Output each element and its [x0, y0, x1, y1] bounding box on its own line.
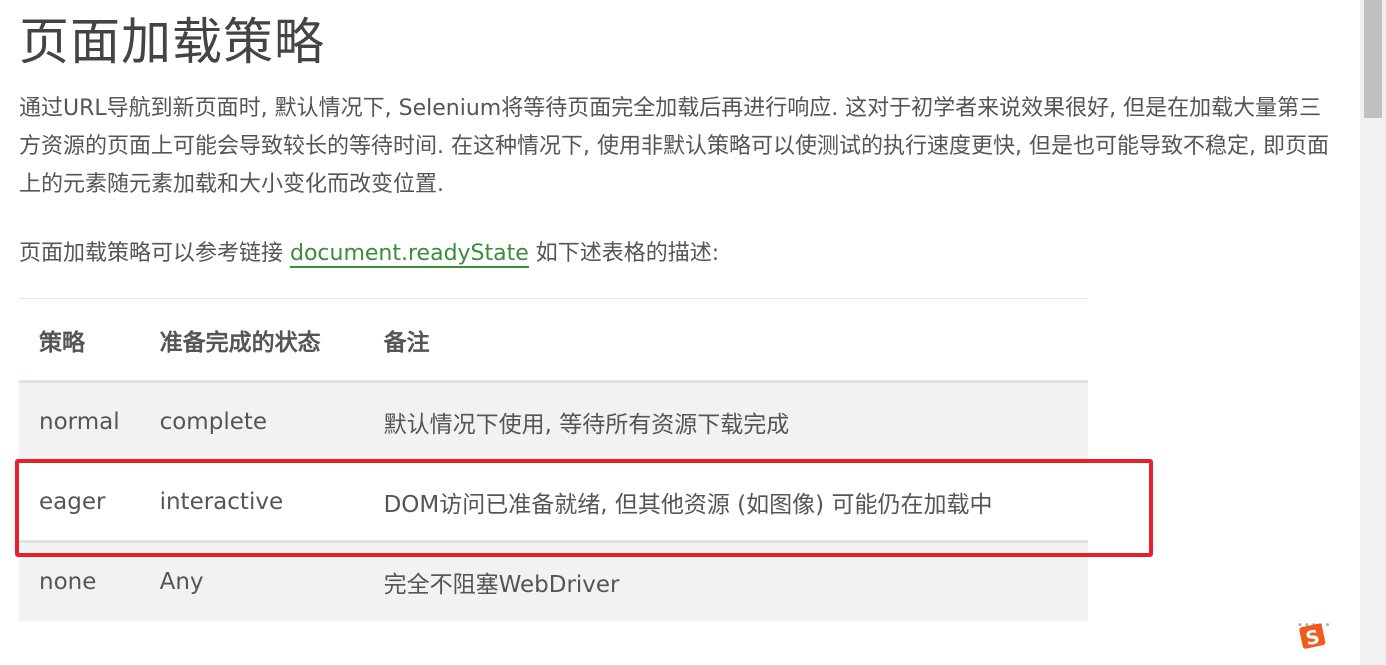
cell-notes: 默认情况下使用, 等待所有资源下载完成 — [363, 381, 1088, 463]
cell-strategy: normal — [19, 381, 140, 463]
highlight-box — [15, 459, 1153, 557]
header-notes: 备注 — [363, 298, 1088, 383]
reference-suffix: 如下述表格的描述: — [528, 241, 720, 266]
sogou-input-icon[interactable]: S — [1298, 620, 1328, 654]
intro-paragraph: 通过URL导航到新页面时, 默认情况下, Selenium将等待页面完全加载后再… — [19, 96, 1329, 197]
header-ready-state: 准备完成的状态 — [139, 298, 364, 383]
vertical-scrollbar[interactable] — [1360, 0, 1386, 665]
scrollbar-thumb[interactable] — [1364, 0, 1382, 118]
header-strategy: 策略 — [19, 298, 140, 383]
page-title: 页面加载策略 — [19, 13, 325, 71]
readystate-link[interactable]: document.readyState — [290, 241, 529, 268]
table-header-row: 策略 准备完成的状态 备注 — [19, 298, 1088, 383]
table-row: normal complete 默认情况下使用, 等待所有资源下载完成 — [19, 381, 1088, 463]
reference-paragraph: 页面加载策略可以参考链接 document.readyState 如下述表格的描… — [19, 235, 719, 273]
reference-prefix: 页面加载策略可以参考链接 — [19, 241, 290, 266]
cell-ready-state: complete — [139, 381, 364, 463]
